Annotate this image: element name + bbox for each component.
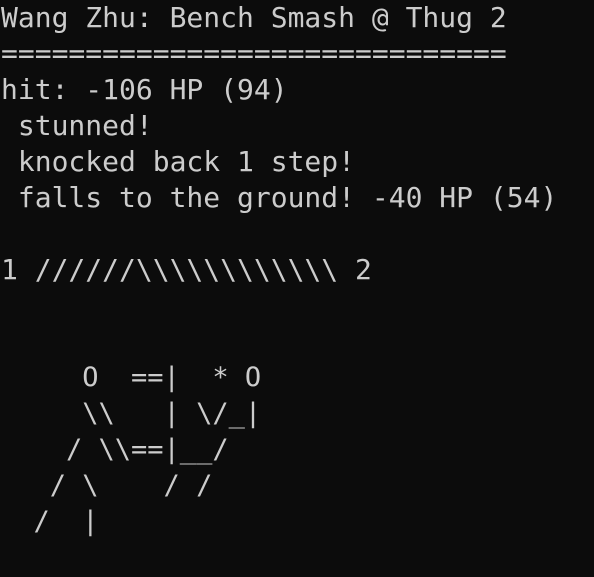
terminal-window[interactable]: Wang Zhu: Bench Smash @ Thug 2 =========…	[0, 0, 594, 577]
effect-falls: falls to the ground! -40 HP (54)	[1, 181, 558, 214]
hit-result: hit: -106 HP (94)	[1, 73, 288, 106]
ascii-art-line-5: / |	[1, 506, 99, 537]
title-underline: ==============================	[1, 37, 507, 70]
ascii-art-line-4: / \ / /	[1, 470, 213, 501]
effect-stunned: stunned!	[1, 109, 153, 142]
ascii-art-line-3: / \\==|__/	[1, 434, 229, 465]
combat-title: Wang Zhu: Bench Smash @ Thug 2	[1, 1, 507, 34]
ascii-art-line-1: O ==| * O	[1, 362, 262, 393]
distance-bar: 1 //////\\\\\\\\\\\\ 2	[1, 253, 372, 286]
effect-knockback: knocked back 1 step!	[1, 145, 356, 178]
ascii-art-line-2: \\ | \/_|	[1, 398, 262, 429]
